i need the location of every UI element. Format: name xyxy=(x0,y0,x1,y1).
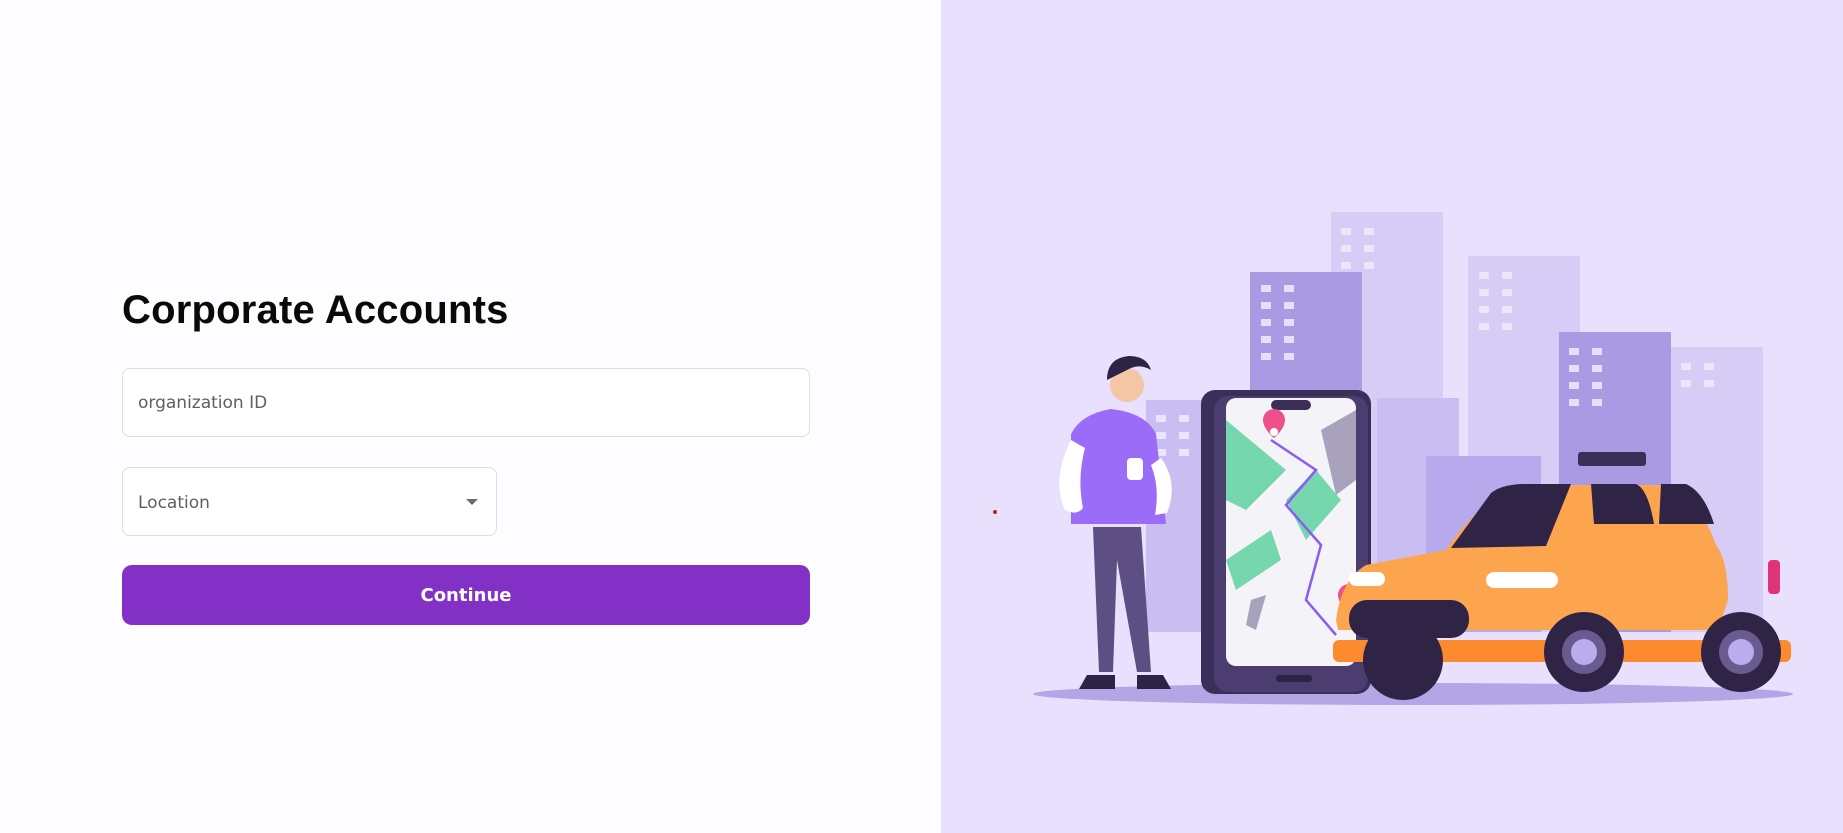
city-taxi-illustration xyxy=(1033,212,1793,705)
cursor-dot xyxy=(993,510,997,514)
location-select[interactable]: Location xyxy=(122,467,497,536)
caret-down-icon xyxy=(466,499,478,505)
page-title: Corporate Accounts xyxy=(122,288,509,332)
login-form-panel: Corporate Accounts Location Continue xyxy=(0,0,941,833)
illustration-panel xyxy=(941,0,1843,833)
location-select-label: Location xyxy=(138,493,210,513)
continue-button[interactable]: Continue xyxy=(122,565,810,625)
login-page: Corporate Accounts Location Continue xyxy=(0,0,1843,833)
organization-id-input[interactable] xyxy=(122,368,810,437)
